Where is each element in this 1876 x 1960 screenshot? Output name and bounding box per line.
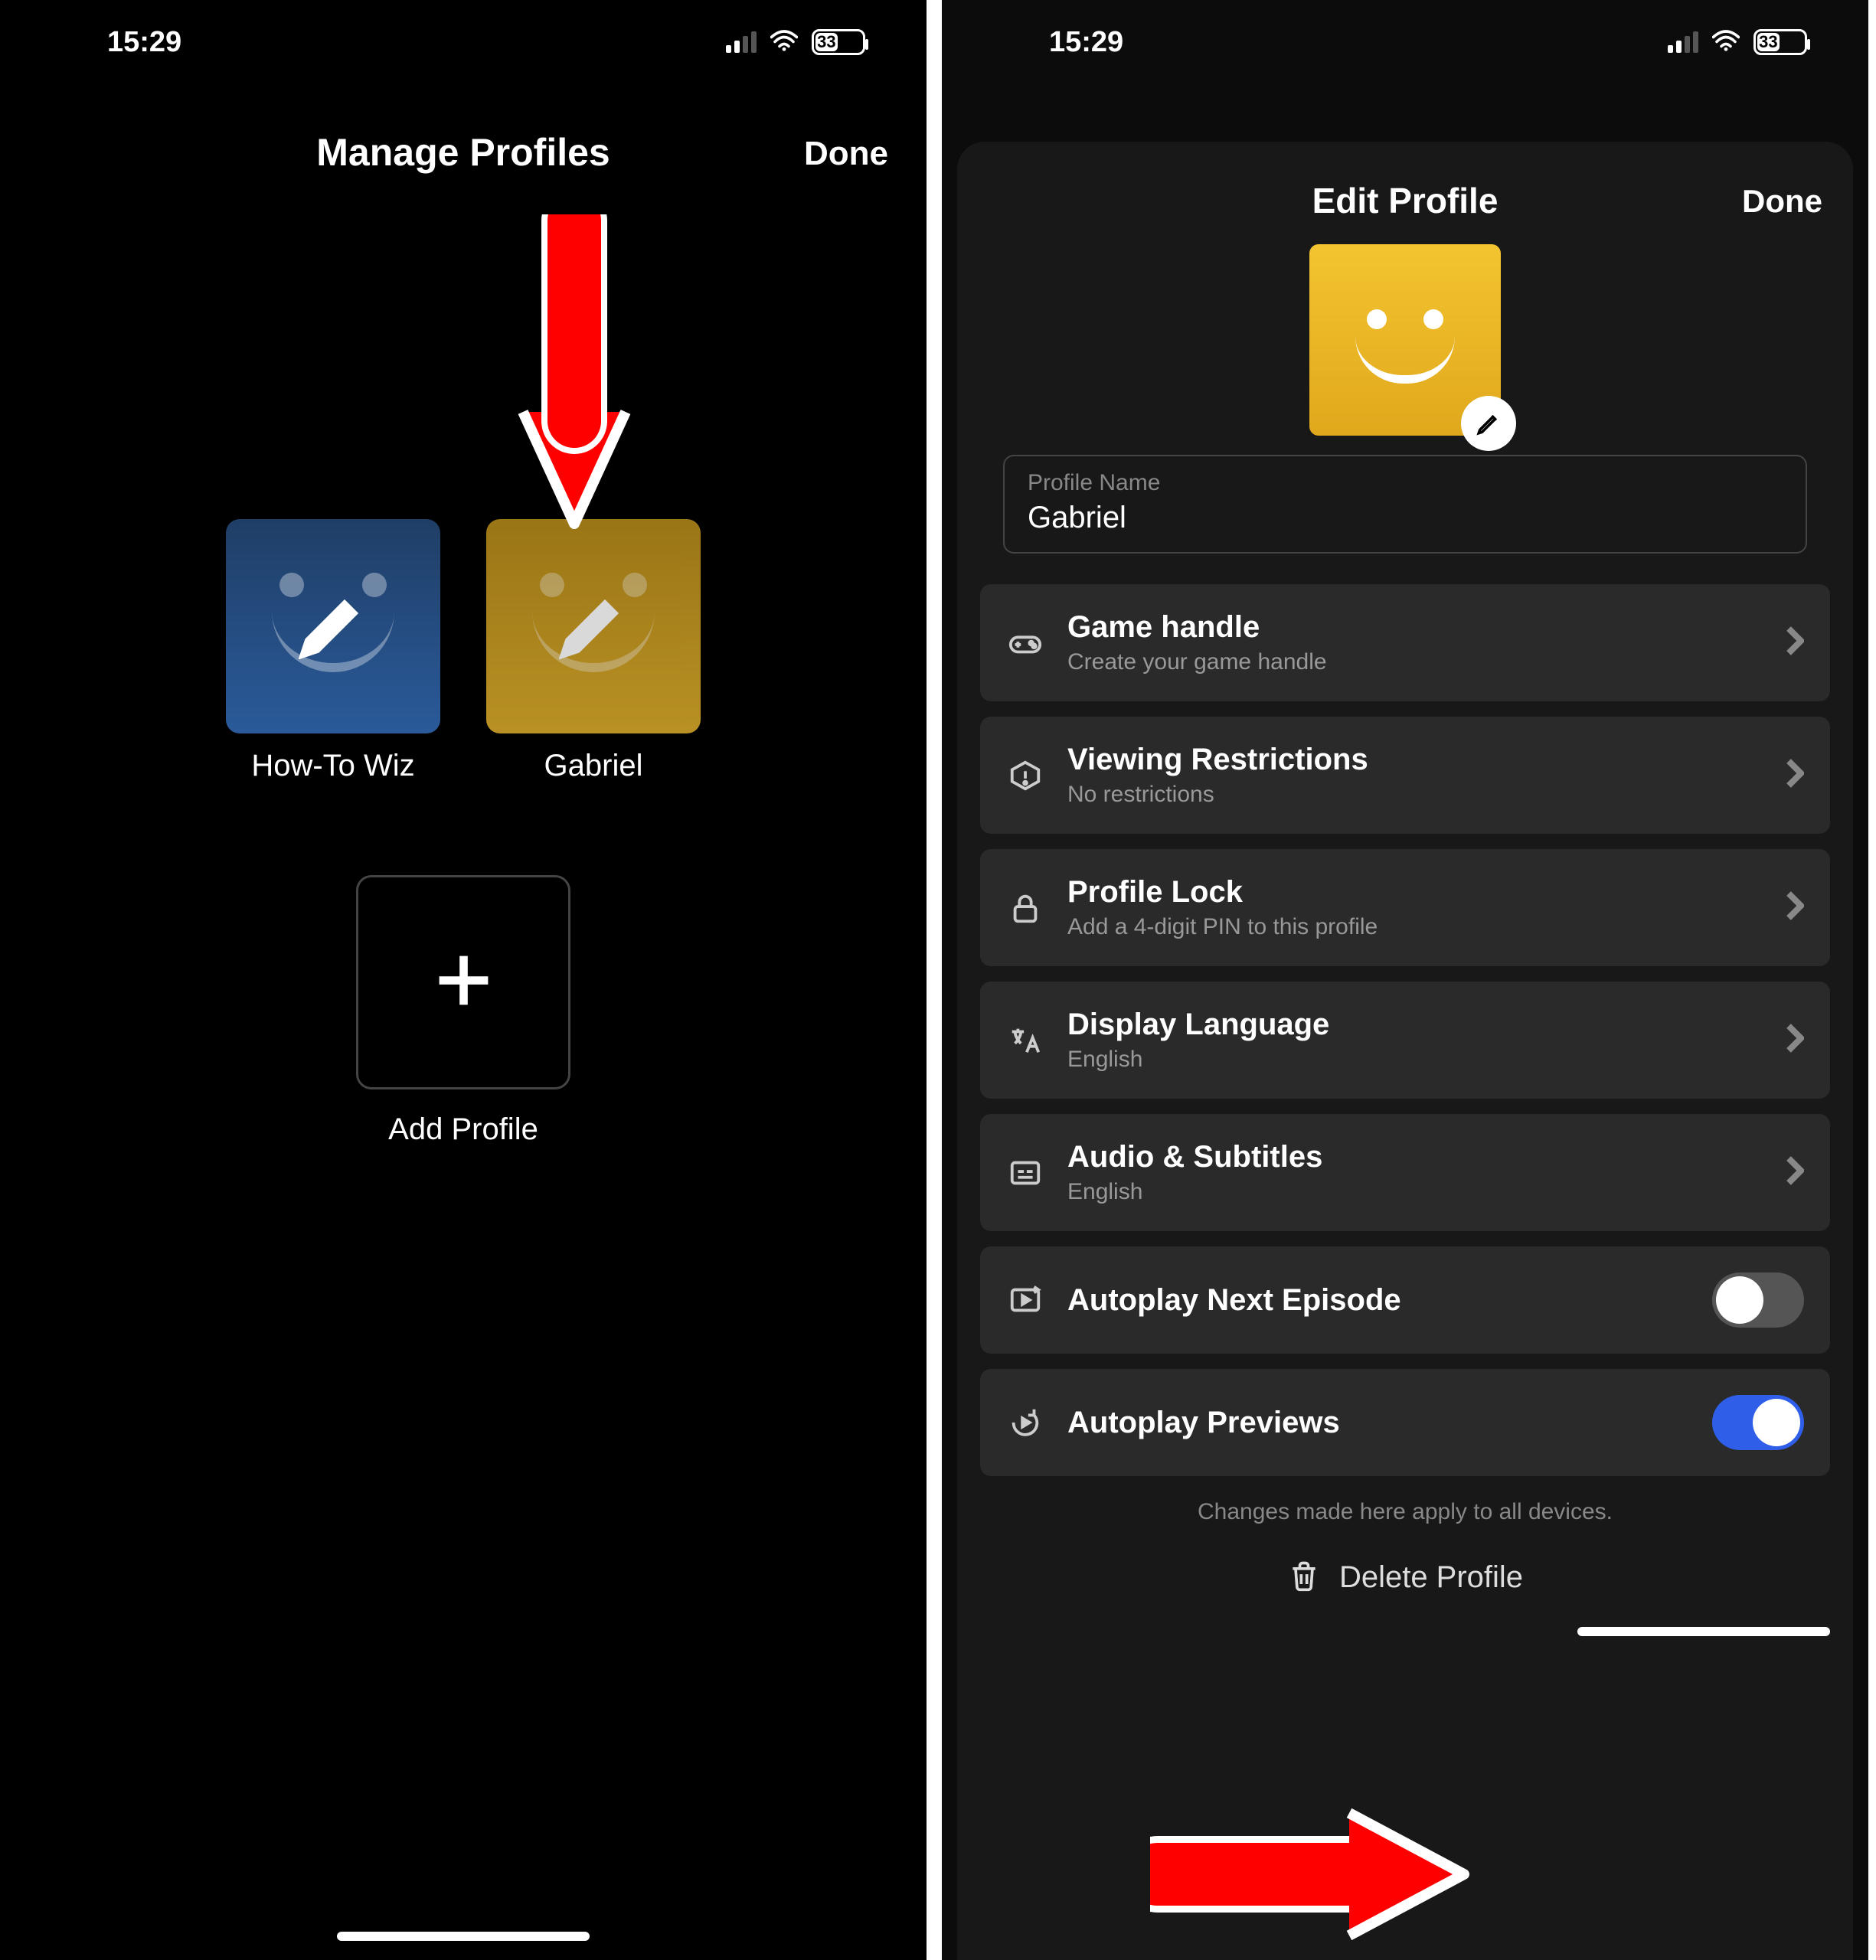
profile-tile-howtowiz[interactable]: How-To Wiz xyxy=(226,519,440,783)
avatar-gabriel xyxy=(486,519,701,733)
row-game-handle[interactable]: Game handle Create your game handle xyxy=(980,584,1830,701)
row-autoplay-previews: Autoplay Previews xyxy=(980,1369,1830,1476)
done-button[interactable]: Done xyxy=(804,135,888,173)
row-title: Display Language xyxy=(1067,1008,1763,1042)
battery-level: 33 xyxy=(815,33,838,51)
add-profile-label: Add Profile xyxy=(388,1112,538,1147)
autoplay-next-toggle[interactable] xyxy=(1712,1272,1804,1328)
status-indicators: 33 xyxy=(726,26,865,59)
avatar-gabriel[interactable] xyxy=(1309,244,1501,436)
status-time: 15:29 xyxy=(1049,26,1123,59)
row-subtitle: English xyxy=(1067,1179,1763,1205)
status-bar: 15:29 33 xyxy=(942,0,1868,84)
row-title: Viewing Restrictions xyxy=(1067,743,1763,777)
battery-level: 33 xyxy=(1757,33,1780,51)
page-title: Manage Profiles xyxy=(316,130,610,175)
profile-name: Gabriel xyxy=(544,749,643,783)
plus-icon xyxy=(431,948,496,1017)
edit-profile-sheet: Edit Profile Done Profile Name Gabriel G… xyxy=(957,142,1853,1960)
done-button[interactable]: Done xyxy=(1742,183,1822,220)
row-title: Profile Lock xyxy=(1067,875,1763,910)
gamepad-icon xyxy=(1006,624,1044,662)
profiles-grid: How-To Wiz Gabriel xyxy=(0,519,927,783)
chevron-right-icon xyxy=(1786,1023,1804,1057)
annotation-arrow-down xyxy=(509,214,639,544)
subtitles-icon xyxy=(1006,1154,1044,1192)
row-subtitle: English xyxy=(1067,1047,1763,1073)
lock-icon xyxy=(1006,889,1044,927)
add-profile-box[interactable] xyxy=(356,875,570,1089)
header: Manage Profiles Done xyxy=(0,84,927,190)
field-label: Profile Name xyxy=(1028,470,1783,496)
footer-note: Changes made here apply to all devices. xyxy=(980,1499,1830,1525)
sheet-header: Edit Profile Done xyxy=(980,165,1830,244)
chevron-right-icon xyxy=(1786,890,1804,925)
warning-icon xyxy=(1006,756,1044,795)
row-title: Audio & Subtitles xyxy=(1067,1140,1763,1174)
profile-name: How-To Wiz xyxy=(251,749,414,783)
annotation-arrow-right xyxy=(1150,1798,1472,1951)
row-autoplay-next: Autoplay Next Episode xyxy=(980,1246,1830,1354)
profile-name-field[interactable]: Profile Name Gabriel xyxy=(1003,455,1807,554)
field-value: Gabriel xyxy=(1028,501,1783,535)
settings-list: Game handle Create your game handle View… xyxy=(980,584,1830,1476)
row-audio-subtitles[interactable]: Audio & Subtitles English xyxy=(980,1114,1830,1231)
home-indicator[interactable] xyxy=(337,1932,590,1941)
row-profile-lock[interactable]: Profile Lock Add a 4-digit PIN to this p… xyxy=(980,849,1830,966)
chevron-right-icon xyxy=(1786,626,1804,660)
battery-icon: 33 xyxy=(1753,29,1807,55)
status-indicators: 33 xyxy=(1668,26,1807,59)
edit-avatar-button[interactable] xyxy=(1461,396,1516,451)
row-subtitle: Create your game handle xyxy=(1067,649,1763,675)
add-profile[interactable]: Add Profile xyxy=(0,875,927,1147)
pencil-icon xyxy=(299,590,368,663)
trash-icon xyxy=(1287,1559,1321,1596)
avatar-section xyxy=(980,244,1830,436)
avatar-howtowiz xyxy=(226,519,440,733)
phone-manage-profiles: 15:29 33 Manage Profiles Done xyxy=(0,0,927,1960)
status-bar: 15:29 33 xyxy=(0,0,927,84)
row-title: Autoplay Previews xyxy=(1067,1406,1689,1440)
profile-tile-gabriel[interactable]: Gabriel xyxy=(486,519,701,783)
wifi-icon xyxy=(1712,26,1740,59)
chevron-right-icon xyxy=(1786,758,1804,792)
language-icon xyxy=(1006,1021,1044,1060)
row-subtitle: No restrictions xyxy=(1067,782,1763,808)
home-indicator[interactable] xyxy=(1577,1627,1830,1636)
row-viewing-restrictions[interactable]: Viewing Restrictions No restrictions xyxy=(980,717,1830,834)
pencil-icon xyxy=(559,590,628,663)
cellular-icon xyxy=(1668,31,1698,53)
row-title: Game handle xyxy=(1067,610,1763,645)
chevron-right-icon xyxy=(1786,1155,1804,1190)
delete-label: Delete Profile xyxy=(1339,1560,1523,1595)
status-time: 15:29 xyxy=(107,26,181,59)
row-display-language[interactable]: Display Language English xyxy=(980,982,1830,1099)
row-title: Autoplay Next Episode xyxy=(1067,1283,1689,1318)
cellular-icon xyxy=(726,31,757,53)
autoplay-previews-icon xyxy=(1006,1403,1044,1442)
row-subtitle: Add a 4-digit PIN to this profile xyxy=(1067,914,1763,940)
phone-edit-profile: 15:29 33 Edit Profile Done xyxy=(942,0,1868,1960)
wifi-icon xyxy=(770,26,798,59)
page-title: Edit Profile xyxy=(980,180,1830,221)
delete-profile-button[interactable]: Delete Profile xyxy=(980,1540,1830,1627)
autoplay-next-icon xyxy=(1006,1281,1044,1319)
autoplay-previews-toggle[interactable] xyxy=(1712,1395,1804,1450)
battery-icon: 33 xyxy=(812,29,865,55)
